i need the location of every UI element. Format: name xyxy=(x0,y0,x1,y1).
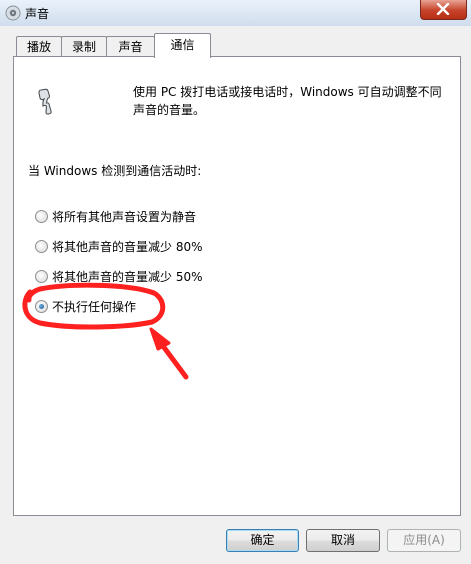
tab-label: 通信 xyxy=(170,38,195,52)
title-bar: 声音 xyxy=(0,0,471,27)
option-label: 将所有其他声音设置为静音 xyxy=(52,210,197,224)
tab-sounds[interactable]: 声音 xyxy=(106,36,155,57)
section-label: 当 Windows 检测到通信活动时: xyxy=(28,164,202,178)
speaker-icon xyxy=(5,5,21,21)
tab-label: 录制 xyxy=(71,40,96,54)
cancel-button[interactable]: 取消 xyxy=(306,529,380,552)
tab-recording[interactable]: 录制 xyxy=(61,36,107,57)
option-label: 将其他声音的音量减少 50% xyxy=(52,270,203,284)
radio-button[interactable] xyxy=(35,240,48,253)
radio-button[interactable] xyxy=(35,210,48,223)
radio-button-selected[interactable] xyxy=(35,300,48,313)
apply-button[interactable]: 应用(A) xyxy=(387,529,461,552)
communications-description: 使用 PC 拨打电话或接电话时，Windows 可自动调整不同声音的音量。 xyxy=(133,85,442,117)
ok-button[interactable]: 确定 xyxy=(226,529,299,552)
tab-label: 播放 xyxy=(26,40,51,54)
close-button[interactable] xyxy=(420,0,467,20)
radio-button[interactable] xyxy=(35,270,48,283)
close-icon xyxy=(436,3,450,15)
communications-panel xyxy=(13,56,461,516)
tab-label: 声音 xyxy=(118,40,143,54)
window-title: 声音 xyxy=(25,7,50,21)
tab-communications[interactable]: 通信 xyxy=(154,33,211,58)
phone-icon xyxy=(38,88,52,115)
option-label: 不执行任何操作 xyxy=(52,300,137,314)
option-label: 将其他声音的音量减少 80% xyxy=(52,240,203,254)
tab-playback[interactable]: 播放 xyxy=(16,36,62,57)
